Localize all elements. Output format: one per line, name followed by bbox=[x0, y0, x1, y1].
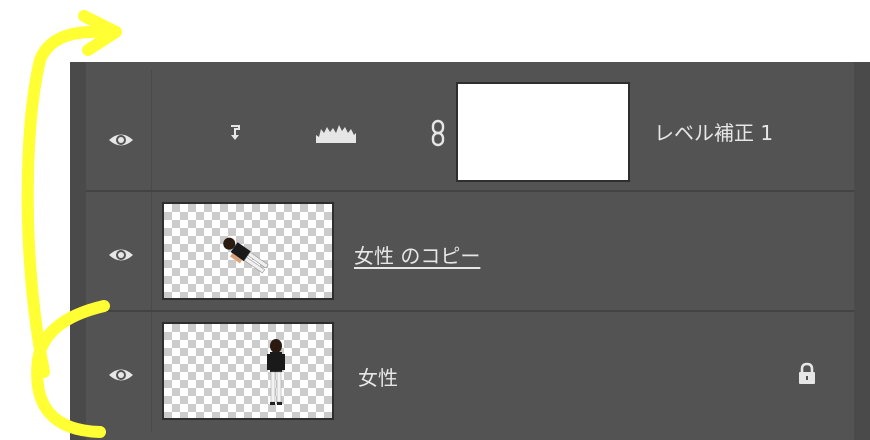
woman-figure-rotated-icon bbox=[223, 237, 269, 274]
panel-scrollbar[interactable] bbox=[854, 62, 870, 440]
layer-row-woman[interactable]: 女性 bbox=[86, 312, 854, 440]
layer-row-levels-adjustment[interactable]: レベル補正 1 bbox=[86, 70, 854, 190]
eye-visibility-icon[interactable] bbox=[106, 125, 136, 155]
layer-thumbnail[interactable] bbox=[162, 202, 334, 300]
layer-mask-thumbnail[interactable] bbox=[456, 82, 630, 182]
levels-histogram-icon[interactable] bbox=[314, 120, 358, 146]
visibility-column-divider bbox=[151, 312, 152, 432]
eye-visibility-icon[interactable] bbox=[106, 360, 136, 390]
layers-panel: レベル補正 1 女性 のコピー 女性 bbox=[70, 62, 870, 440]
link-chain-icon[interactable] bbox=[426, 118, 450, 148]
layer-name-levels[interactable]: レベル補正 1 bbox=[654, 117, 773, 146]
layer-row-woman-copy[interactable]: 女性 のコピー bbox=[86, 192, 854, 312]
layer-thumbnail[interactable] bbox=[162, 322, 334, 420]
visibility-column-divider bbox=[151, 192, 152, 312]
woman-figure-icon bbox=[267, 339, 285, 405]
layer-name-woman[interactable]: 女性 bbox=[358, 362, 398, 391]
layer-name-woman-copy[interactable]: 女性 のコピー bbox=[354, 240, 480, 269]
eye-visibility-icon[interactable] bbox=[106, 240, 136, 270]
panel-left-edge bbox=[70, 62, 86, 440]
visibility-column-divider bbox=[151, 70, 152, 190]
lock-icon[interactable] bbox=[794, 360, 820, 388]
clipping-mask-arrow-icon bbox=[224, 122, 244, 144]
